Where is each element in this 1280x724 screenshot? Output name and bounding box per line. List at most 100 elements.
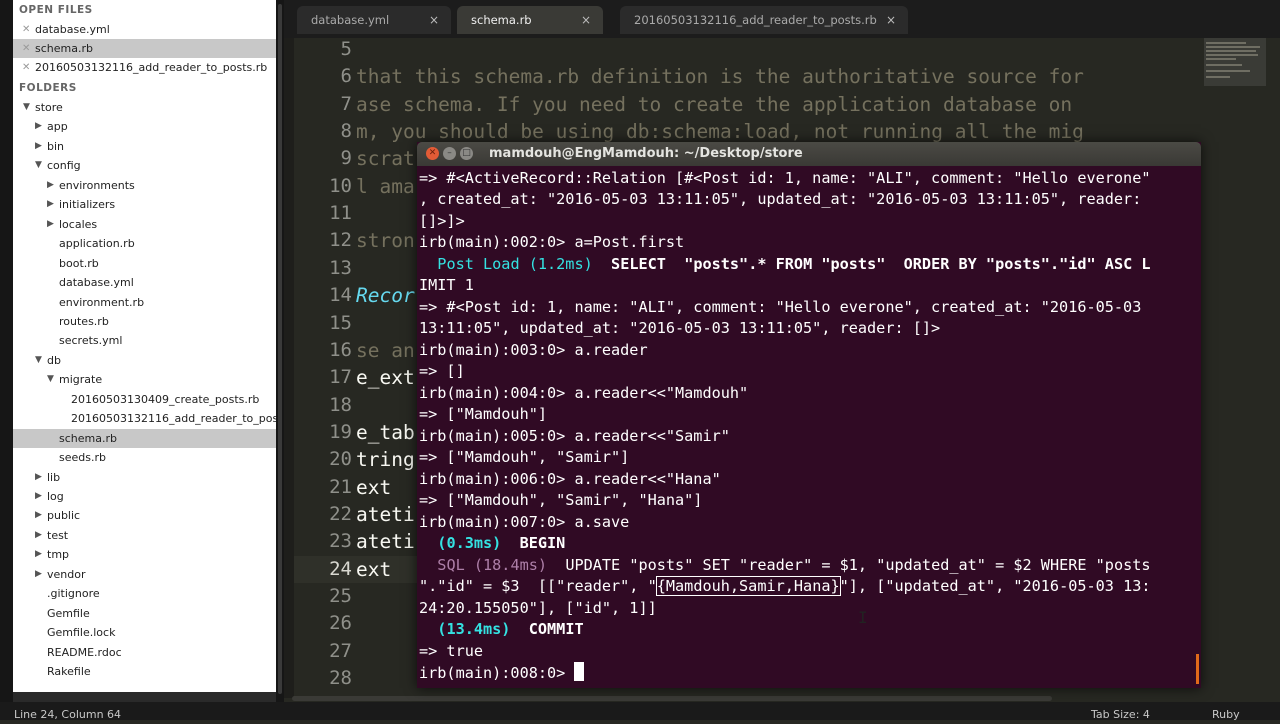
tree-item[interactable]: environment.rb	[13, 293, 276, 312]
tree-item[interactable]: ▼ config	[13, 156, 276, 175]
expanded-arrow-icon[interactable]: ▼	[35, 351, 42, 370]
code-line: ext	[356, 475, 392, 499]
line-number: 25	[329, 585, 352, 607]
terminal-titlebar[interactable]: ✕ – □ mamdouh@EngMamdouh: ~/Desktop/stor…	[417, 142, 1201, 166]
tree-item[interactable]: secrets.yml	[13, 331, 276, 350]
tree-item[interactable]: ▶ log	[13, 487, 276, 506]
tree-item[interactable]: .gitignore	[13, 584, 276, 603]
tree-item[interactable]: Gemfile.lock	[13, 623, 276, 642]
close-icon[interactable]: ×	[886, 6, 896, 34]
close-icon[interactable]: ×	[429, 6, 439, 34]
tree-item[interactable]: README.rdoc	[13, 643, 276, 662]
tree-item[interactable]: schema.rb	[13, 428, 276, 448]
collapsed-arrow-icon[interactable]: ▶	[35, 117, 42, 136]
terminal-window[interactable]: ✕ – □ mamdouh@EngMamdouh: ~/Desktop/stor…	[417, 142, 1201, 688]
collapsed-arrow-icon[interactable]: ▶	[35, 526, 42, 545]
terminal-prompt-line[interactable]: irb(main):008:0>	[419, 662, 585, 683]
tree-item[interactable]: ▶ vendor	[13, 565, 276, 584]
tree-item[interactable]: ▶ environments	[13, 176, 276, 195]
tree-item[interactable]: ▶ app	[13, 117, 276, 136]
terminal-line: []>]>	[419, 212, 465, 230]
tree-item[interactable]: ▶ initializers	[13, 195, 276, 214]
close-window-icon[interactable]: ✕	[426, 147, 439, 160]
minimap[interactable]	[1200, 38, 1280, 698]
open-file-label: schema.rb	[35, 42, 93, 55]
line-number: 28	[329, 667, 352, 690]
minimap-line	[1206, 64, 1242, 66]
tree-item-label: app	[47, 120, 68, 134]
tree-item-label: log	[47, 490, 64, 503]
line-number: 7	[340, 92, 352, 115]
close-icon[interactable]: ✕	[22, 58, 30, 77]
tree-item[interactable]: database.yml	[13, 273, 276, 292]
terminal-line: irb(main):002:0> a=Post.first	[419, 233, 685, 251]
commit-time: (13.4ms)	[437, 620, 511, 638]
line-number: 27	[329, 639, 352, 662]
tree-item[interactable]: ▼ db	[13, 351, 276, 370]
collapsed-arrow-icon[interactable]: ▶	[35, 565, 42, 584]
tree-item-label: .gitignore	[47, 587, 100, 601]
tree-item[interactable]: ▶ locales	[13, 215, 276, 234]
tree-item[interactable]: ▼ store	[13, 98, 276, 117]
line-number: 26	[329, 612, 352, 635]
tab-size-selector[interactable]: Tab Size: 4	[1091, 706, 1150, 724]
collapsed-arrow-icon[interactable]: ▶	[35, 487, 42, 506]
collapsed-arrow-icon[interactable]: ▶	[35, 137, 42, 156]
tree-item[interactable]: ▼ migrate	[13, 370, 276, 389]
collapsed-arrow-icon[interactable]: ▶	[35, 468, 42, 487]
maximize-window-icon[interactable]: □	[460, 147, 473, 160]
close-icon[interactable]: ×	[581, 6, 591, 34]
collapsed-arrow-icon[interactable]: ▶	[35, 545, 42, 564]
expanded-arrow-icon[interactable]: ▼	[35, 156, 42, 175]
line-number: 9	[340, 147, 352, 170]
tree-item[interactable]: ▶ lib	[13, 468, 276, 487]
tree-item[interactable]: ▶ public	[13, 506, 276, 525]
close-icon[interactable]: ✕	[22, 20, 30, 39]
tab-schema-rb[interactable]: schema.rb ×	[457, 6, 603, 34]
line-number: 13	[329, 256, 352, 279]
tab-bar: database.yml × schema.rb × 2016050313211…	[284, 0, 1280, 38]
tab-database-yml[interactable]: database.yml ×	[297, 6, 451, 34]
tree-item[interactable]: routes.rb	[13, 312, 276, 331]
terminal-scrollbar[interactable]	[1196, 654, 1199, 684]
tab-add-reader-migration[interactable]: 20160503132116_add_reader_to_posts.rb ×	[620, 6, 908, 34]
tree-item[interactable]: 20160503130409_create_posts.rb	[13, 390, 276, 409]
tree-item-label: Gemfile	[47, 606, 90, 620]
tree-item[interactable]: boot.rb	[13, 254, 276, 273]
tree-item-label: Rakefile	[47, 665, 91, 679]
terminal-line: => #<ActiveRecord::Relation [#<Post id: …	[419, 169, 1151, 187]
editor-gutter	[284, 38, 294, 698]
collapsed-arrow-icon[interactable]: ▶	[35, 506, 42, 525]
code-line: ateti	[356, 502, 415, 526]
sidebar-scrollbar[interactable]	[278, 4, 282, 694]
tree-item[interactable]: 20160503132116_add_reader_to_posts.rb	[13, 409, 276, 428]
close-icon[interactable]: ✕	[22, 39, 30, 58]
tree-item[interactable]: Rakefile	[13, 662, 276, 681]
expanded-arrow-icon[interactable]: ▼	[23, 98, 30, 117]
syntax-selector[interactable]: Ruby	[1212, 706, 1240, 724]
open-file-add-reader-migration[interactable]: ✕ 20160503132116_add_reader_to_posts.rb	[13, 58, 276, 77]
tree-item[interactable]: ▶ test	[13, 526, 276, 545]
open-file-label: database.yml	[35, 23, 110, 36]
selected-text[interactable]: {Mamdouh,Samir,Hana}	[655, 576, 841, 596]
collapsed-arrow-icon[interactable]: ▶	[47, 176, 54, 195]
collapsed-arrow-icon[interactable]: ▶	[47, 195, 54, 214]
expanded-arrow-icon[interactable]: ▼	[47, 370, 54, 389]
tree-item[interactable]: seeds.rb	[13, 448, 276, 467]
terminal-line-sql-update: SQL (18.4ms) UPDATE "posts" SET "reader"…	[419, 555, 1150, 576]
minimap-line	[1206, 76, 1230, 78]
tree-item[interactable]: ▶ tmp	[13, 545, 276, 564]
editor-horizontal-scrollbar[interactable]	[292, 696, 1052, 701]
tree-item[interactable]: Gemfile	[13, 604, 276, 623]
code-line: scrat	[356, 147, 415, 171]
terminal-line: , created_at: "2016-05-03 13:11:05", upd…	[419, 190, 1142, 208]
tree-item[interactable]: ▶ bin	[13, 137, 276, 156]
collapsed-arrow-icon[interactable]: ▶	[47, 215, 54, 234]
line-number: 12	[329, 229, 352, 252]
open-file-schema-rb[interactable]: ✕ schema.rb	[13, 39, 276, 58]
minimize-window-icon[interactable]: –	[443, 147, 456, 160]
open-file-database-yml[interactable]: ✕ database.yml	[13, 20, 276, 39]
tree-item[interactable]: application.rb	[13, 234, 276, 253]
code-line: e_tab	[356, 420, 415, 444]
tree-item-label: bin	[47, 139, 65, 153]
